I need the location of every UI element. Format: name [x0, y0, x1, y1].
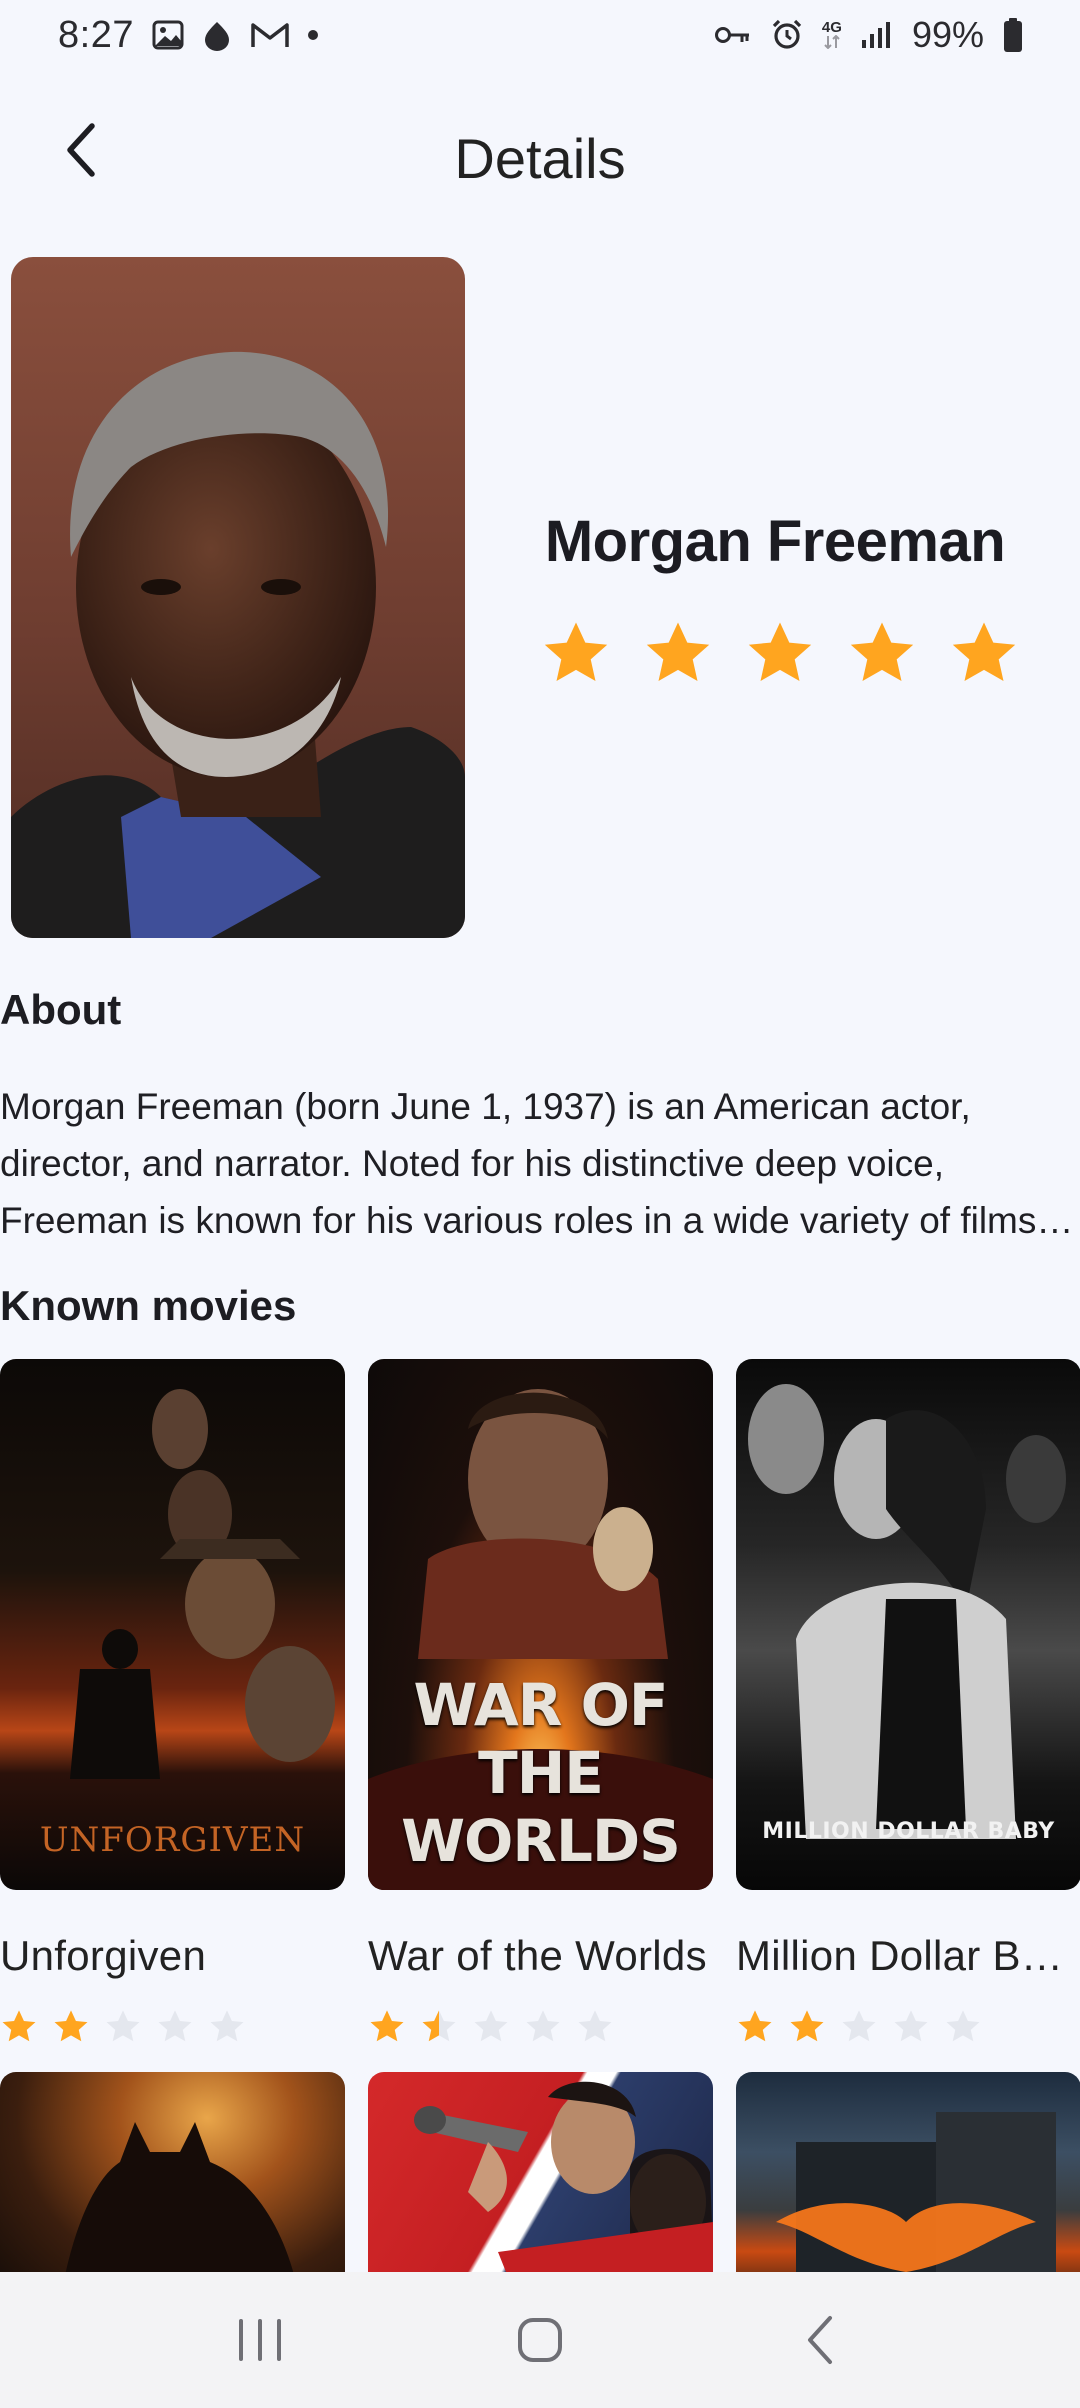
back-nav-button[interactable] — [775, 2295, 865, 2385]
movie-title: Unforgiven — [0, 1932, 207, 1979]
movie-rating — [368, 2008, 714, 2046]
movie-card-row2-3[interactable] — [736, 2072, 1080, 2302]
movie-poster — [736, 2072, 1080, 2302]
star-filled-icon — [738, 2010, 772, 2042]
mobile-data-icon: 4G — [821, 19, 842, 49]
back-nav-icon — [808, 2316, 832, 2364]
star-empty-icon — [106, 2010, 140, 2042]
movie-card-unforgiven[interactable]: UNFORGIVEN Unforgiven — [0, 1359, 346, 2046]
star-empty-icon — [578, 2010, 612, 2042]
star-filled-icon — [952, 622, 1016, 681]
actor-name: Morgan Freeman — [544, 509, 1006, 574]
about-text: Morgan Freeman (born June 1, 1937) is an… — [0, 1086, 1037, 1241]
star-empty-icon — [894, 2010, 928, 2042]
movie-card-row2-2[interactable] — [368, 2072, 714, 2302]
status-time: 8:27 — [58, 13, 134, 56]
star-empty-icon — [842, 2010, 876, 2042]
movie-rating — [0, 2008, 346, 2046]
star-empty-icon — [946, 2010, 980, 2042]
movie-card-row2-1[interactable] — [0, 2072, 346, 2302]
star-filled-icon — [790, 2010, 824, 2042]
alarm-icon — [770, 18, 804, 52]
network-type-label: 4G — [821, 19, 842, 36]
poster-art — [70, 1389, 335, 1779]
star-empty-icon — [210, 2010, 244, 2042]
profile-photo — [11, 257, 465, 938]
actor-rating — [540, 618, 1020, 694]
star-filled-icon — [850, 622, 914, 681]
recent-apps-button[interactable] — [215, 2295, 305, 2385]
system-nav-bar — [0, 2272, 1080, 2408]
movie-poster: UNFORGIVEN — [0, 1359, 345, 1890]
signal-icon — [860, 20, 894, 50]
vpn-key-icon — [714, 23, 752, 47]
poster-caption: WAR OF THE WORLDS — [401, 1671, 681, 1875]
star-empty-icon — [158, 2010, 192, 2042]
portrait-illustration — [11, 351, 465, 938]
poster-art — [60, 2122, 300, 2302]
movie-poster — [0, 2072, 345, 2302]
page-title: Details — [454, 127, 626, 190]
about-title: About — [0, 986, 122, 1033]
star-filled-icon — [544, 622, 608, 681]
star-half-icon — [422, 2010, 456, 2042]
star-filled-icon — [2, 2010, 36, 2042]
movie-title: Million Dollar Baby — [736, 1932, 1080, 1979]
movie-title: War of the Worlds — [368, 1932, 707, 1979]
home-button[interactable] — [495, 2295, 585, 2385]
star-empty-icon — [474, 2010, 508, 2042]
star-empty-icon — [526, 2010, 560, 2042]
battery-icon — [1002, 17, 1024, 53]
movie-poster — [368, 2072, 713, 2302]
recent-apps-icon — [239, 2319, 281, 2361]
star-filled-icon — [748, 622, 812, 681]
movie-card-war-of-the-worlds[interactable]: WAR OF THE WORLDS War of the Worlds — [368, 1359, 714, 2046]
gallery-icon — [152, 19, 184, 51]
gmail-icon — [250, 20, 290, 50]
poster-art — [748, 1384, 1066, 1839]
poster-caption: UNFORGIVEN — [39, 1820, 306, 1860]
status-bar: 8:27 4G 99% — [0, 0, 1080, 70]
star-filled-icon — [646, 622, 710, 681]
poster-art — [776, 2112, 1056, 2302]
movie-poster: WAR OF THE WORLDS — [368, 1359, 713, 1890]
drop-icon — [202, 19, 232, 51]
notification-dot-icon — [307, 30, 318, 40]
movie-poster: MILLION DOLLAR BABY — [736, 1359, 1080, 1890]
star-filled-icon — [370, 2010, 404, 2042]
poster-art — [414, 2081, 713, 2302]
battery-percent: 99% — [911, 14, 984, 55]
status-left: 8:27 — [58, 14, 318, 57]
poster-caption: MILLION DOLLAR BABY — [762, 1819, 1055, 1844]
status-right: 4G 99% — [714, 14, 1024, 56]
home-icon — [518, 2318, 562, 2362]
movie-card-million-dollar-baby[interactable]: MILLION DOLLAR BABY Million Dollar Baby — [736, 1359, 1080, 2046]
app-bar: Details — [0, 70, 1080, 246]
star-filled-icon — [54, 2010, 88, 2042]
known-movies-title: Known movies — [0, 1282, 297, 1329]
movie-rating — [736, 2008, 1080, 2046]
